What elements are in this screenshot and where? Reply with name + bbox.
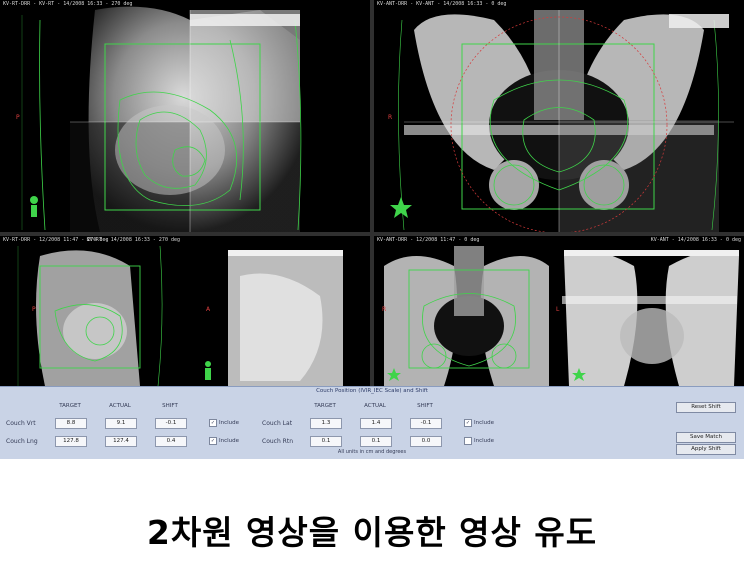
couch-lng-target: 127.8 (55, 436, 87, 447)
include-label: Include (219, 438, 240, 444)
couch-lat-actual: 1.4 (360, 418, 392, 429)
couch-vrt-label: Couch Vrt (6, 420, 36, 427)
orientation-letter: R (382, 306, 387, 313)
pane-header: KV-ANT-DRR - 12/2008 11:47 - 0 deg (377, 237, 480, 243)
orientation-letter: R (388, 114, 393, 121)
couch-vrt-include-checkbox[interactable]: ✓ Include (209, 419, 239, 427)
couch-lat-shift: -0.1 (410, 418, 442, 429)
couch-vrt-shift: -0.1 (155, 418, 187, 429)
ap-reference-pane[interactable]: KV-ANT-DRR - 12/2008 11:47 - 0 deg KV-AN… (374, 236, 744, 386)
couch-position-panel: Couch Position (IVIR_IEC Scale) and Shif… (0, 386, 744, 459)
orientation-letter: A (206, 306, 211, 313)
couch-lat-include-checkbox[interactable]: ✓ Include (464, 419, 494, 427)
couch-rtn-target: 0.1 (310, 436, 342, 447)
col-actual-header: ACTUAL (364, 403, 386, 409)
col-target-header: TARGET (59, 403, 81, 409)
viewer-grid-divider (370, 0, 374, 386)
lateral-image (0, 0, 370, 232)
couch-rtn-label: Couch Rtn (262, 438, 293, 445)
pane-header-secondary: KV-RT - 14/2008 16:33 - 270 deg (86, 237, 180, 243)
couch-vrt-target: 8.8 (55, 418, 87, 429)
patient-orientation-icon (205, 361, 211, 367)
reset-shift-button[interactable]: Reset Shift (676, 402, 736, 413)
couch-vrt-actual: 9.1 (105, 418, 137, 429)
couch-rtn-shift: 0.0 (410, 436, 442, 447)
lateral-match-pane[interactable]: KV-RT-DRR - KV-RT - 14/2008 16:33 - 270 … (0, 0, 370, 232)
checkbox-box[interactable]: ✓ (464, 419, 472, 427)
couch-lng-shift: 0.4 (155, 436, 187, 447)
viewer-grid-divider (0, 232, 744, 236)
ap-image (374, 0, 744, 232)
save-match-button[interactable]: Save Match (676, 432, 736, 443)
panel-title: Couch Position (IVIR_IEC Scale) and Shif… (316, 388, 428, 394)
include-label: Include (219, 420, 240, 426)
patient-orientation-icon (30, 196, 38, 204)
couch-lng-actual: 127.4 (105, 436, 137, 447)
lateral-pair-image (0, 236, 370, 386)
couch-lng-include-checkbox[interactable]: ✓ Include (209, 437, 239, 445)
couch-lng-label: Couch Lng (6, 438, 38, 445)
checkbox-box[interactable]: ✓ (209, 419, 217, 427)
include-label: Include (474, 438, 495, 444)
include-label: Include (474, 420, 495, 426)
couch-rtn-include-checkbox[interactable]: Include (464, 437, 494, 445)
couch-lat-target: 1.3 (310, 418, 342, 429)
slide-caption: 2차원 영상을 이용한 영상 유도 (146, 513, 598, 552)
pane-header: KV-RT-DRR - KV-RT - 14/2008 16:33 - 270 … (3, 1, 133, 7)
col-shift-header: SHIFT (162, 403, 178, 409)
image-viewer: KV-RT-DRR - KV-RT - 14/2008 16:33 - 270 … (0, 0, 744, 386)
checkbox-box[interactable] (464, 437, 472, 445)
checkbox-box[interactable]: ✓ (209, 437, 217, 445)
ap-match-pane[interactable]: KV-ANT-DRR - KV-ANT - 14/2008 16:33 - 0 … (374, 0, 744, 232)
couch-rtn-actual: 0.1 (360, 436, 392, 447)
pane-header-secondary: KV-ANT - 14/2008 16:33 - 0 deg (650, 237, 741, 243)
couch-lat-label: Couch Lat (262, 420, 293, 427)
orientation-letter: L (556, 306, 560, 313)
units-note: All units in cm and degrees (337, 449, 407, 455)
pane-header: KV-ANT-DRR - KV-ANT - 14/2008 16:33 - 0 … (377, 1, 507, 7)
orientation-letter: P (32, 306, 36, 313)
col-target-header: TARGET (314, 403, 336, 409)
lateral-reference-pane[interactable]: KV-RT-DRR - 12/2008 11:47 - 270 deg KV-R… (0, 236, 370, 386)
col-actual-header: ACTUAL (109, 403, 131, 409)
col-shift-header: SHIFT (417, 403, 433, 409)
orientation-letter: P (16, 114, 20, 121)
